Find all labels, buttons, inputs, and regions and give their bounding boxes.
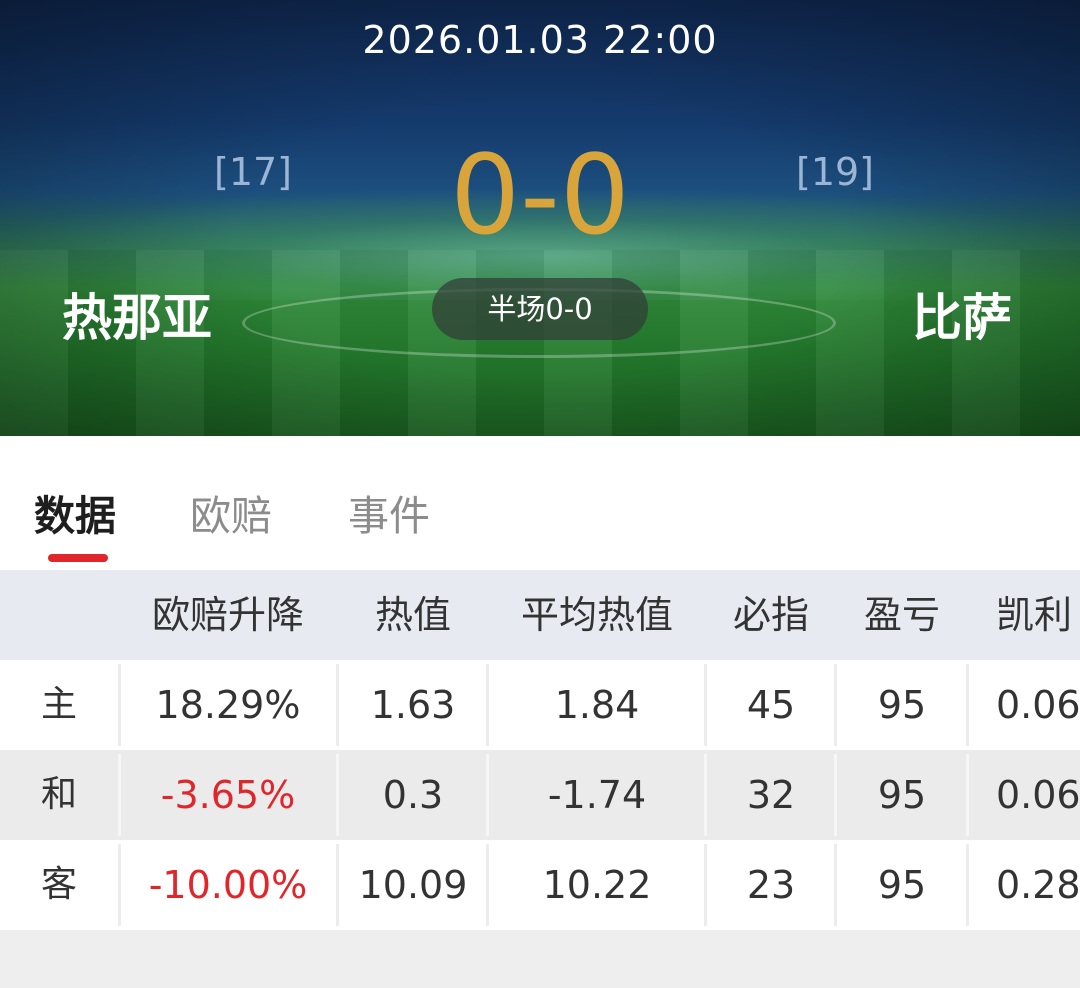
column-header: 必指 bbox=[732, 593, 809, 637]
row-label-away: 客 bbox=[40, 864, 77, 905]
odds-change-cell: -3.65% bbox=[160, 773, 296, 817]
row-label-home: 主 bbox=[40, 684, 77, 725]
halftime-score-badge: 半场0-0 bbox=[432, 278, 648, 340]
match-header: 2026.01.03 22:00 [17] [19] 0-0 热那亚 比萨 半场… bbox=[0, 0, 1080, 436]
heat-value-cell: 0.3 bbox=[382, 773, 444, 817]
tab-data[interactable]: 数据 bbox=[34, 482, 116, 542]
kelly-cell: 0.28 bbox=[996, 863, 1080, 907]
column-header: 盈亏 bbox=[863, 593, 940, 637]
column-header: 平均热值 bbox=[520, 593, 673, 637]
tab-events[interactable]: 事件 bbox=[348, 482, 430, 542]
table-row: 和 -3.65% 0.3 -1.74 32 95 0.06 bbox=[0, 750, 1080, 840]
table-row: 客 -10.00% 10.09 10.22 23 95 0.28 bbox=[0, 840, 1080, 930]
kelly-cell: 0.06 bbox=[996, 773, 1080, 817]
odds-change-cell: 18.29% bbox=[155, 683, 301, 727]
profit-loss-cell: 95 bbox=[877, 863, 927, 907]
away-team-name[interactable]: 比萨 bbox=[912, 278, 1012, 350]
heat-value-cell: 1.63 bbox=[370, 683, 456, 727]
table-header-row: 欧赔升降 热值 平均热值 必指 盈亏 凯利 bbox=[0, 570, 1080, 660]
bi-index-cell: 45 bbox=[746, 683, 796, 727]
tab-odds[interactable]: 欧赔 bbox=[190, 482, 272, 542]
avg-heat-value-cell: -1.74 bbox=[547, 773, 647, 817]
row-label-draw: 和 bbox=[40, 774, 77, 815]
active-tab-indicator bbox=[48, 554, 108, 562]
match-score: 0-0 bbox=[450, 131, 630, 259]
stats-table: 欧赔升降 热值 平均热值 必指 盈亏 凯利 主 18.29% 1.63 1.84… bbox=[0, 570, 1080, 930]
column-header: 热值 bbox=[374, 593, 451, 637]
heat-value-cell: 10.09 bbox=[358, 863, 468, 907]
kelly-cell: 0.06 bbox=[996, 683, 1080, 727]
table-row: 主 18.29% 1.63 1.84 45 95 0.06 bbox=[0, 660, 1080, 750]
column-header: 凯利 bbox=[996, 593, 1073, 637]
bi-index-cell: 32 bbox=[746, 773, 796, 817]
tab-bar: 数据 欧赔 事件 bbox=[0, 436, 1080, 570]
profit-loss-cell: 95 bbox=[877, 773, 927, 817]
profit-loss-cell: 95 bbox=[877, 683, 927, 727]
home-team-name[interactable]: 热那亚 bbox=[62, 278, 212, 350]
avg-heat-value-cell: 10.22 bbox=[542, 863, 652, 907]
bi-index-cell: 23 bbox=[746, 863, 796, 907]
column-header: 欧赔升降 bbox=[151, 593, 304, 637]
odds-change-cell: -10.00% bbox=[148, 863, 308, 907]
match-datetime: 2026.01.03 22:00 bbox=[362, 18, 718, 62]
avg-heat-value-cell: 1.84 bbox=[554, 683, 640, 727]
